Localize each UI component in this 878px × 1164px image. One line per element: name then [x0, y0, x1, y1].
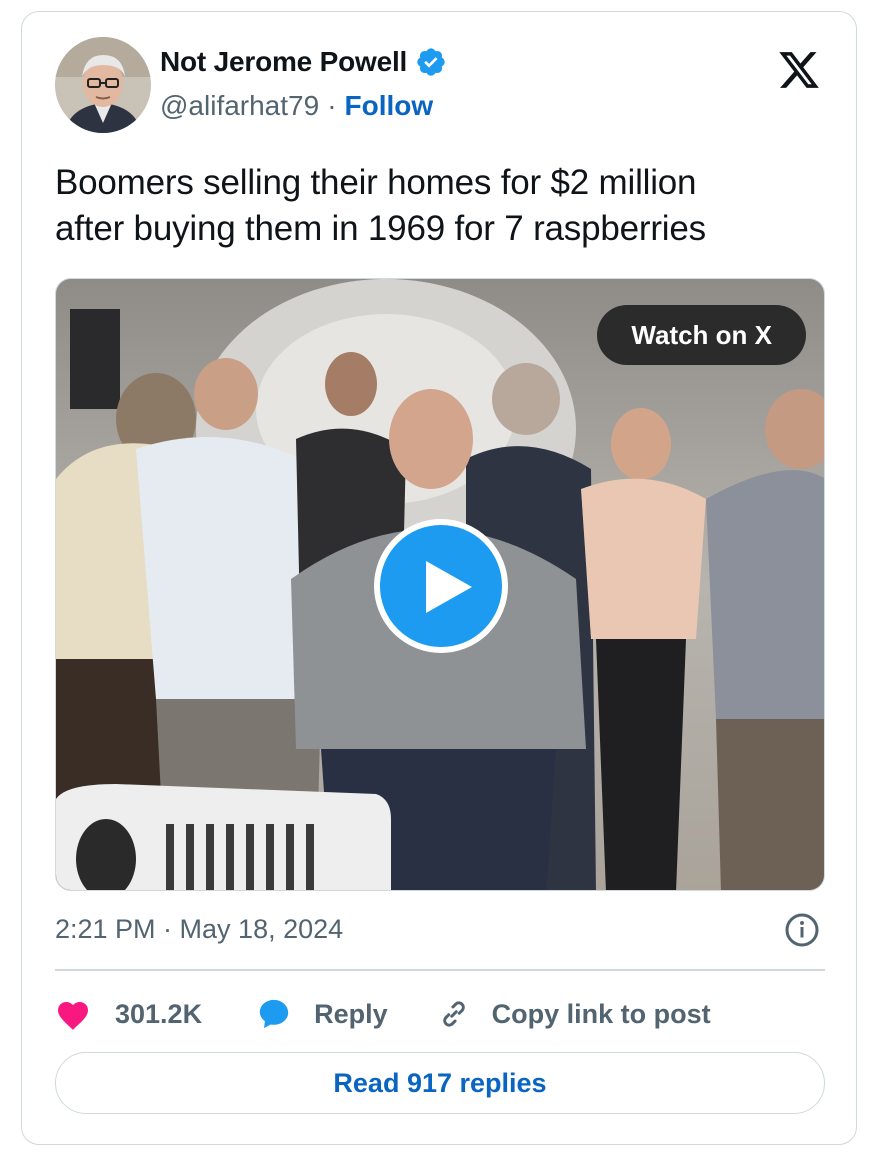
play-icon — [426, 561, 472, 613]
read-replies-button[interactable]: Read 917 replies — [55, 1052, 825, 1114]
author-display-name[interactable]: Not Jerome Powell — [160, 46, 407, 78]
play-button[interactable] — [374, 519, 508, 653]
follow-button[interactable]: Follow — [345, 90, 434, 122]
tweet-text-line-2: after buying them in 1969 for 7 raspberr… — [55, 209, 706, 248]
post-timestamp[interactable]: 2:21 PM · May 18, 2024 — [55, 914, 343, 945]
heart-icon — [58, 1002, 88, 1030]
author-name-row: Not Jerome Powell — [160, 46, 447, 78]
tweet-text: Boomers selling their homes for $2 milli… — [55, 160, 835, 252]
reply-label: Reply — [314, 998, 388, 1029]
reply-bubble-icon — [259, 999, 289, 1029]
tweet-text-line-1: Boomers selling their homes for $2 milli… — [55, 163, 697, 202]
video-thumbnail[interactable]: Watch on X — [55, 278, 825, 891]
like-count: 301.2K — [115, 998, 203, 1029]
read-replies-label: Read 917 replies — [333, 1067, 547, 1098]
tweet-card: Not Jerome Powell @alifarhat79 · Follow … — [21, 11, 857, 1145]
x-logo-icon[interactable] — [775, 48, 823, 92]
like-button[interactable]: 301.2K — [55, 997, 202, 1031]
handle-separator: · — [327, 90, 337, 121]
info-icon[interactable] — [784, 912, 820, 948]
watch-on-x-label: Watch on X — [631, 319, 772, 350]
author-handle-row: @alifarhat79 · Follow — [160, 90, 433, 122]
avatar[interactable] — [55, 37, 151, 133]
reply-button[interactable]: Reply — [256, 997, 388, 1031]
watch-on-x-button[interactable]: Watch on X — [597, 305, 806, 365]
action-bar: 301.2K Reply Copy link to post — [55, 992, 711, 1036]
divider — [55, 969, 825, 971]
verified-badge-icon — [417, 48, 445, 76]
copy-link-button[interactable]: Copy link to post — [436, 996, 711, 1032]
author-handle[interactable]: @alifarhat79 — [160, 90, 319, 122]
copy-link-label: Copy link to post — [491, 998, 711, 1029]
link-icon — [442, 1001, 465, 1027]
